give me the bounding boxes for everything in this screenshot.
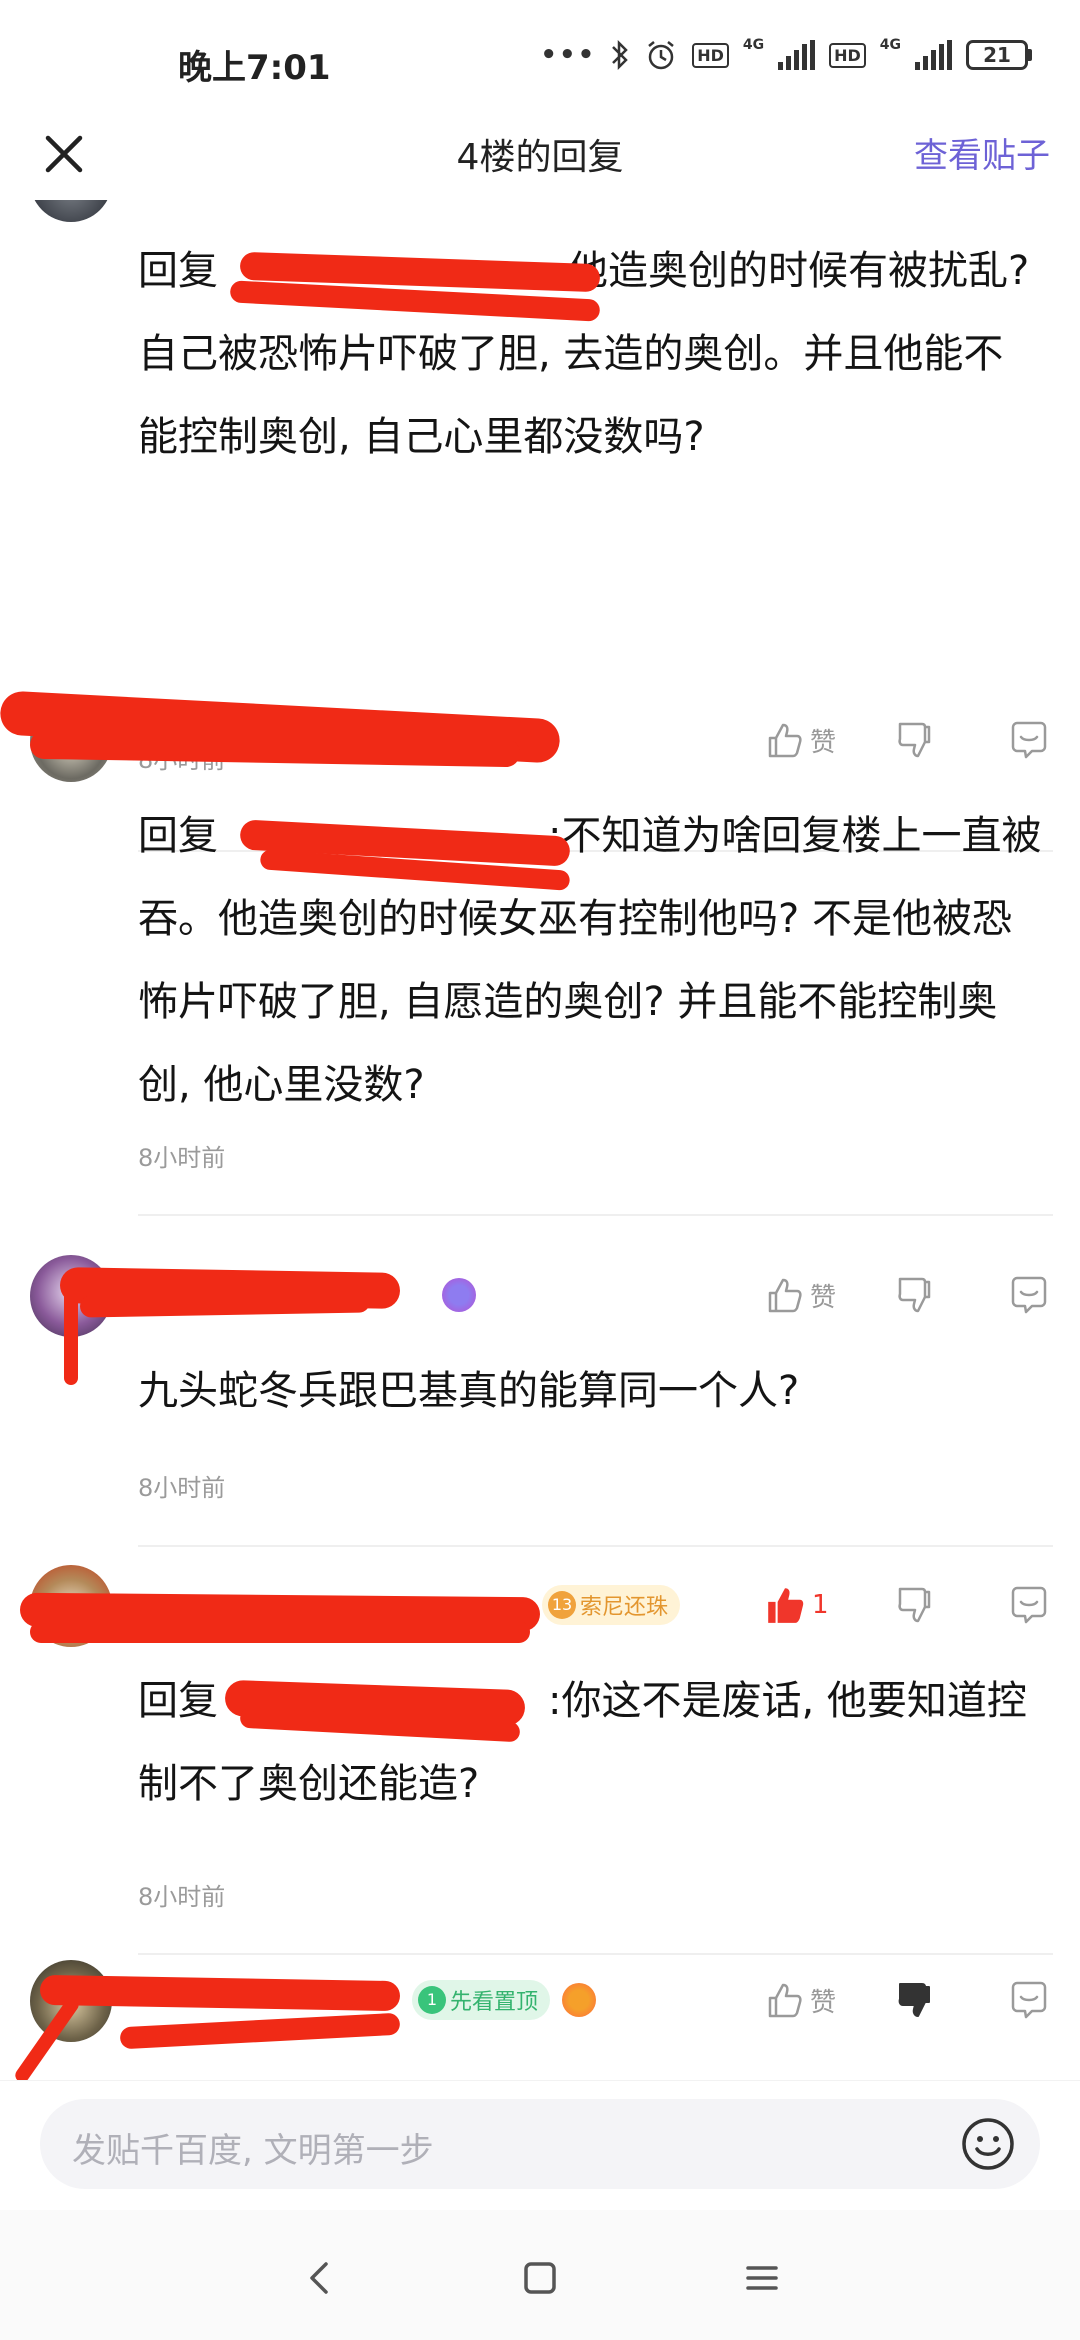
menu-icon[interactable] [742,2258,782,2298]
like-button[interactable]: 赞 [764,1970,854,2030]
reply-prefix: 回复 [138,248,218,294]
divider [138,1214,1053,1216]
comment-input-bar: 发贴千百度, 文明第一步 [0,2080,1080,2210]
reply-list[interactable]: 回复 他造奥创的时候有被扰乱? 自己被恐怖片吓破了胆, 去造的奥创。并且他能不能控… [0,200,1080,2080]
reply-button[interactable] [990,1575,1050,1635]
dislike-button[interactable] [894,1970,954,2030]
reply-prefix: 回复 [138,1678,218,1724]
status-time: 晚上7:01 [178,48,331,88]
home-icon[interactable] [520,2258,560,2298]
comment-actions: 赞 [764,710,1050,770]
battery-level: 21 [966,40,1028,70]
comment-time: 8小时前 [138,1144,226,1172]
comment-bubble-icon [1011,721,1047,759]
dislike-button[interactable] [894,1265,954,1325]
signal-icon [915,40,952,70]
back-icon[interactable] [300,2258,340,2298]
like-button[interactable]: 赞 [764,1265,854,1325]
comment-input[interactable]: 发贴千百度, 文明第一步 [40,2099,1040,2189]
like-button[interactable]: 1 [764,1575,854,1635]
level-medal-icon [562,1983,597,2017]
reply-prefix: 回复 [138,813,218,859]
thumbs-down-icon [898,1587,931,1623]
comment-actions: 1 [764,1575,1050,1635]
dislike-button[interactable] [894,1575,954,1635]
badge-label: 索尼还珠 [580,1595,669,1620]
redaction-mark [39,1974,401,2012]
network-type: 4G [879,37,901,53]
comment-item: 1 先看置顶 赞 [0,1960,1080,2080]
alarm-icon [648,41,674,70]
redaction-mark [64,1275,78,1385]
more-dots-icon: ••• [540,40,597,70]
comment-item: 13 索尼还珠 1 回复:你这不是废话, 他要知道控制不了奥创还能造? 8小时前 [0,1565,1080,1965]
like-label: 赞 [810,1987,837,2018]
reply-button[interactable] [990,710,1050,770]
like-label: 赞 [810,1282,837,1313]
comment-bubble-icon [1011,1276,1047,1314]
like-label: 赞 [810,727,837,758]
thumbs-down-icon [898,722,931,758]
status-icons: ••• HD 4G HD 4G 21 [540,37,1032,72]
comment-bubble-icon [1011,1981,1047,2019]
view-post-link[interactable]: 查看贴子 [914,128,1050,177]
emoji-icon[interactable] [958,2114,1018,2174]
thumbs-up-icon [768,723,802,758]
comment-time: 8小时前 [138,1883,226,1911]
comment-actions: 赞 [764,1265,1050,1325]
badge-level: 1 [418,1986,446,2014]
avatar[interactable] [30,200,112,222]
hd-icon: HD [692,42,729,68]
bluetooth-icon [612,39,628,71]
comment-input-placeholder: 发贴千百度, 文明第一步 [72,2131,434,2171]
hd-icon: HD [829,42,866,68]
battery-icon: 21 [966,40,1032,70]
badge-level: 13 [548,1591,576,1619]
like-count: 1 [812,1590,829,1620]
divider [138,1545,1053,1547]
comment-body: 九头蛇冬兵跟巴基真的能算同一个人? [138,1368,800,1414]
comment-item: 3 赞 回复:不知道为啥回复楼上一直被吞。他造奥创的时候女巫有控制他吗? 不是他… [0,690,1080,1260]
thumbs-down-icon [898,1277,931,1313]
comment-time: 8小时前 [138,1474,226,1502]
thumbs-up-filled-icon [768,1588,804,1623]
network-type: 4G [742,37,765,53]
dislike-button[interactable] [894,710,954,770]
comment-bubble-icon [1011,1586,1047,1624]
fan-level-badge: 1 先看置顶 [412,1980,551,2020]
comment-text: 九头蛇冬兵跟巴基真的能算同一个人? [138,1350,1043,1433]
thumbs-up-icon [768,1278,802,1313]
like-button[interactable]: 赞 [764,710,854,770]
comment-item: 赞 九头蛇冬兵跟巴基真的能算同一个人? 8小时前 [0,1255,1080,1565]
header: 4楼的回复 查看贴子 [0,120,1080,212]
system-nav-bar [0,2210,1080,2340]
signal-icon [778,40,816,70]
status-bar: 晚上7:01 ••• HD 4G HD 4G 21 [0,0,1080,120]
reply-button[interactable] [990,1970,1050,2030]
comment-actions: 赞 [764,1970,1050,2030]
divider [138,1953,1053,1955]
thumbs-down-filled-icon [898,1983,930,2017]
thumbs-up-icon [768,1983,802,2018]
level-medal-icon [442,1278,476,1312]
fan-level-badge: 13 索尼还珠 [542,1585,681,1625]
reply-button[interactable] [990,1265,1050,1325]
badge-label: 先看置顶 [450,1990,539,2015]
redaction-mark [30,1621,530,1643]
